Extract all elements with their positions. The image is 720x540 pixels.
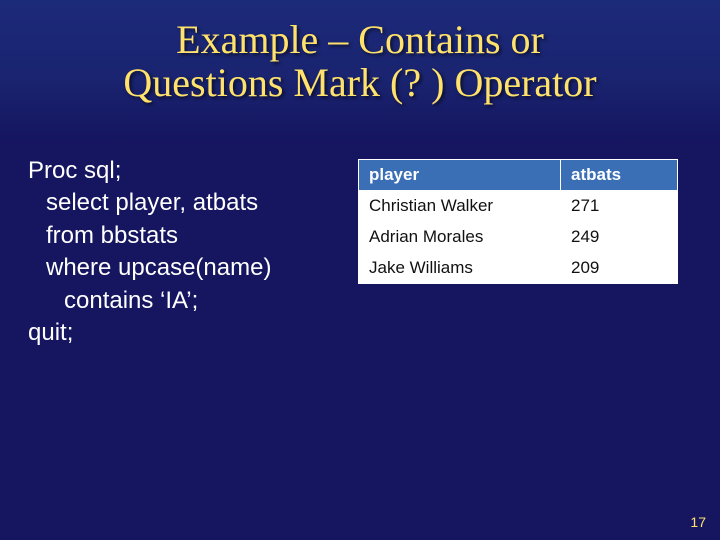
table-row: Jake Williams 209 — [359, 253, 678, 284]
title-line-2: Questions Mark (? ) Operator — [0, 61, 720, 104]
sql-code-block: Proc sql; select player, atbats from bbs… — [28, 155, 358, 349]
code-line: where upcase(name) — [28, 252, 358, 284]
col-header-atbats: atbats — [561, 160, 678, 191]
code-line: quit; — [28, 317, 358, 349]
slide-body: Proc sql; select player, atbats from bbs… — [28, 155, 696, 500]
cell-atbats: 249 — [561, 222, 678, 253]
cell-player: Jake Williams — [359, 253, 561, 284]
code-line: select player, atbats — [28, 187, 358, 219]
title-line-1: Example – Contains or — [0, 18, 720, 61]
code-line: contains ‘IA’; — [28, 285, 358, 317]
result-table: player atbats Christian Walker 271 Adria… — [358, 159, 678, 284]
table-row: Adrian Morales 249 — [359, 222, 678, 253]
code-line: from bbstats — [28, 220, 358, 252]
table-header-row: player atbats — [359, 160, 678, 191]
cell-atbats: 271 — [561, 191, 678, 222]
code-line: Proc sql; — [28, 155, 358, 187]
result-table-wrap: player atbats Christian Walker 271 Adria… — [358, 155, 696, 284]
cell-atbats: 209 — [561, 253, 678, 284]
col-header-player: player — [359, 160, 561, 191]
table-row: Christian Walker 271 — [359, 191, 678, 222]
cell-player: Adrian Morales — [359, 222, 561, 253]
page-number: 17 — [690, 514, 706, 530]
cell-player: Christian Walker — [359, 191, 561, 222]
slide-title: Example – Contains or Questions Mark (? … — [0, 0, 720, 104]
